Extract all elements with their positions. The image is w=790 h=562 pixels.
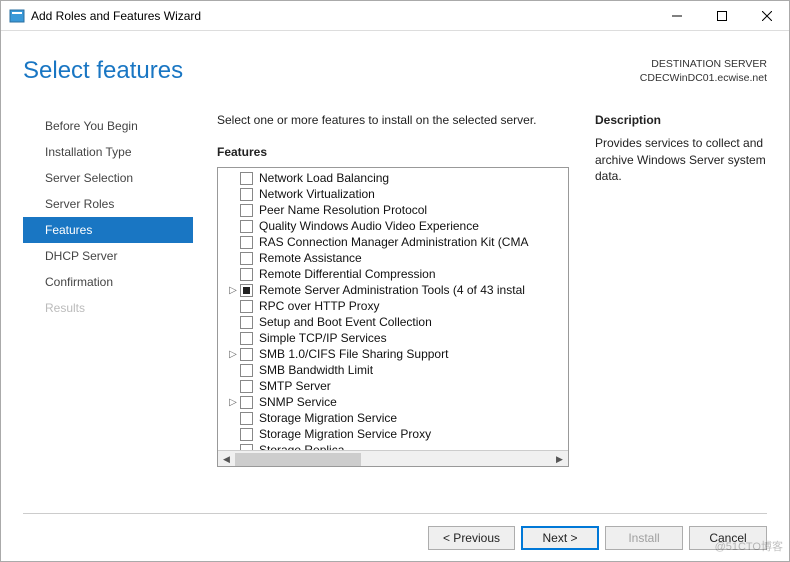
feature-checkbox[interactable]	[240, 284, 253, 297]
feature-checkbox[interactable]	[240, 428, 253, 441]
sidebar-item-dhcp-server[interactable]: DHCP Server	[23, 243, 193, 269]
feature-checkbox[interactable]	[240, 204, 253, 217]
feature-checkbox[interactable]	[240, 380, 253, 393]
feature-checkbox[interactable]	[240, 396, 253, 409]
feature-label[interactable]: RPC over HTTP Proxy	[259, 299, 379, 313]
feature-checkbox[interactable]	[240, 172, 253, 185]
close-button[interactable]	[744, 1, 789, 31]
sidebar-item-before-you-begin[interactable]: Before You Begin	[23, 113, 193, 139]
feature-row[interactable]: Network Load Balancing	[218, 170, 568, 186]
sidebar-item-installation-type[interactable]: Installation Type	[23, 139, 193, 165]
install-button: Install	[605, 526, 683, 550]
feature-label[interactable]: Storage Replica	[259, 443, 344, 450]
destination-label: DESTINATION SERVER	[640, 57, 767, 71]
scroll-track[interactable]	[235, 451, 551, 468]
scroll-right-arrow-icon[interactable]: ▶	[551, 451, 568, 468]
feature-checkbox[interactable]	[240, 300, 253, 313]
feature-label[interactable]: Storage Migration Service	[259, 411, 397, 425]
sidebar-item-server-roles[interactable]: Server Roles	[23, 191, 193, 217]
feature-checkbox[interactable]	[240, 268, 253, 281]
feature-label[interactable]: Storage Migration Service Proxy	[259, 427, 431, 441]
feature-checkbox[interactable]	[240, 364, 253, 377]
feature-label[interactable]: Remote Assistance	[259, 251, 362, 265]
instruction-text: Select one or more features to install o…	[217, 113, 569, 127]
feature-label[interactable]: Network Virtualization	[259, 187, 375, 201]
app-icon	[9, 8, 25, 24]
feature-row[interactable]: Storage Migration Service Proxy	[218, 426, 568, 442]
feature-label[interactable]: SMB 1.0/CIFS File Sharing Support	[259, 347, 448, 361]
titlebar: Add Roles and Features Wizard	[1, 1, 789, 31]
feature-row[interactable]: Remote Assistance	[218, 250, 568, 266]
feature-row[interactable]: Storage Migration Service	[218, 410, 568, 426]
expand-icon[interactable]: ▷	[226, 397, 240, 408]
feature-label[interactable]: Remote Server Administration Tools (4 of…	[259, 283, 525, 297]
feature-checkbox[interactable]	[240, 444, 253, 451]
cancel-button[interactable]: Cancel	[689, 526, 767, 550]
feature-row[interactable]: Network Virtualization	[218, 186, 568, 202]
sidebar-item-server-selection[interactable]: Server Selection	[23, 165, 193, 191]
description-label: Description	[595, 113, 767, 127]
feature-row[interactable]: Simple TCP/IP Services	[218, 330, 568, 346]
feature-row[interactable]: ▷ SMB 1.0/CIFS File Sharing Support	[218, 346, 568, 362]
feature-label[interactable]: SMB Bandwidth Limit	[259, 363, 373, 377]
feature-checkbox[interactable]	[240, 188, 253, 201]
features-label: Features	[217, 145, 569, 159]
sidebar-item-results: Results	[23, 295, 193, 321]
feature-label[interactable]: Peer Name Resolution Protocol	[259, 203, 427, 217]
wizard-sidebar: Before You BeginInstallation TypeServer …	[23, 113, 193, 469]
minimize-button[interactable]	[654, 1, 699, 31]
sidebar-item-confirmation[interactable]: Confirmation	[23, 269, 193, 295]
feature-checkbox[interactable]	[240, 348, 253, 361]
feature-checkbox[interactable]	[240, 236, 253, 249]
feature-row[interactable]: Remote Differential Compression	[218, 266, 568, 282]
feature-checkbox[interactable]	[240, 332, 253, 345]
destination-server: CDECWinDC01.ecwise.net	[640, 71, 767, 85]
features-listbox[interactable]: Network Load Balancing Network Virtualiza…	[217, 167, 569, 467]
feature-row[interactable]: RAS Connection Manager Administration Ki…	[218, 234, 568, 250]
feature-row[interactable]: Setup and Boot Event Collection	[218, 314, 568, 330]
feature-label[interactable]: Setup and Boot Event Collection	[259, 315, 432, 329]
feature-row[interactable]: ▷ Remote Server Administration Tools (4 o…	[218, 282, 568, 298]
feature-checkbox[interactable]	[240, 316, 253, 329]
expand-icon[interactable]: ▷	[226, 349, 240, 360]
feature-row[interactable]: ▷ SNMP Service	[218, 394, 568, 410]
feature-label[interactable]: RAS Connection Manager Administration Ki…	[259, 235, 528, 249]
destination-info: DESTINATION SERVER CDECWinDC01.ecwise.ne…	[640, 57, 767, 85]
feature-row[interactable]: SMB Bandwidth Limit	[218, 362, 568, 378]
feature-row[interactable]: Peer Name Resolution Protocol	[218, 202, 568, 218]
feature-row[interactable]: RPC over HTTP Proxy	[218, 298, 568, 314]
feature-label[interactable]: SMTP Server	[259, 379, 331, 393]
feature-label[interactable]: Quality Windows Audio Video Experience	[259, 219, 479, 233]
next-button[interactable]: Next >	[521, 526, 599, 550]
previous-button[interactable]: < Previous	[428, 526, 515, 550]
page-title: Select features	[23, 57, 183, 85]
feature-checkbox[interactable]	[240, 412, 253, 425]
feature-checkbox[interactable]	[240, 252, 253, 265]
window-title: Add Roles and Features Wizard	[31, 9, 654, 23]
expand-icon[interactable]: ▷	[226, 285, 240, 296]
horizontal-scrollbar[interactable]: ◀ ▶	[218, 450, 568, 467]
feature-checkbox[interactable]	[240, 220, 253, 233]
maximize-button[interactable]	[699, 1, 744, 31]
feature-row[interactable]: Storage Replica	[218, 442, 568, 450]
feature-label[interactable]: Network Load Balancing	[259, 171, 389, 185]
feature-label[interactable]: SNMP Service	[259, 395, 337, 409]
feature-row[interactable]: Quality Windows Audio Video Experience	[218, 218, 568, 234]
wizard-footer: < Previous Next > Install Cancel	[23, 513, 767, 550]
scroll-left-arrow-icon[interactable]: ◀	[218, 451, 235, 468]
sidebar-item-features[interactable]: Features	[23, 217, 193, 243]
feature-label[interactable]: Remote Differential Compression	[259, 267, 436, 281]
description-text: Provides services to collect and archive…	[595, 135, 767, 184]
scroll-thumb[interactable]	[235, 453, 361, 466]
feature-label[interactable]: Simple TCP/IP Services	[259, 331, 387, 345]
feature-row[interactable]: SMTP Server	[218, 378, 568, 394]
